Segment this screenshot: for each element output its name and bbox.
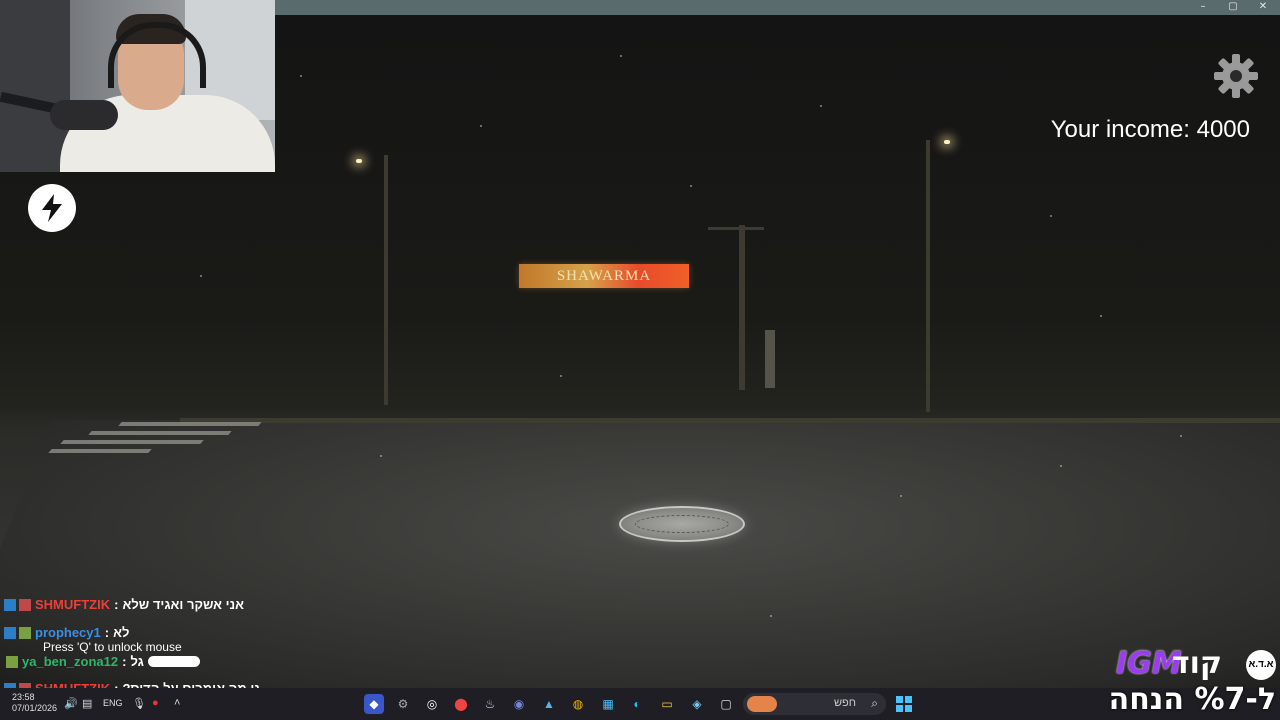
chat-separator: : <box>122 654 127 669</box>
edge-icon[interactable]: ◐ <box>627 694 647 714</box>
maximize-button[interactable]: ▢ <box>1218 0 1248 15</box>
task-view-icon[interactable]: ▢ <box>716 694 736 714</box>
promo-discount: ל-%7 הנחה <box>1108 682 1276 717</box>
app-icon-active[interactable]: ◆ <box>364 694 384 714</box>
record-icon[interactable]: ● <box>152 697 159 709</box>
user-badge-icon <box>19 627 31 639</box>
manhole-cover <box>619 506 745 542</box>
income-display: Your income: 4000 <box>1050 116 1250 143</box>
chat-username: ya_ben_zona12 <box>22 654 119 669</box>
search-highlight-badge <box>747 696 777 712</box>
gear-icon[interactable] <box>1212 52 1260 100</box>
street-lamp-light <box>944 140 950 144</box>
snowflake <box>620 55 622 57</box>
search-placeholder: חפש <box>834 697 856 709</box>
clock-time: 23:58 <box>12 692 35 702</box>
search-app-icon[interactable]: ◎ <box>422 694 442 714</box>
crosswalk-stripe <box>118 422 262 426</box>
store-icon[interactable]: ▦ <box>598 694 618 714</box>
platform-badge-icon <box>4 627 16 639</box>
street-lamp-light <box>356 159 362 163</box>
platform-badge-icon <box>4 599 16 611</box>
snowflake <box>1180 435 1182 437</box>
chat-message: SHMUFTZIK: אני אשקר ואגיד שלא <box>4 597 564 617</box>
file-explorer-icon[interactable]: ▭ <box>657 694 677 714</box>
search-icon: ⌕ <box>871 696 878 710</box>
language-indicator[interactable]: ENG <box>103 698 123 708</box>
user-badge-icon <box>19 599 31 611</box>
user-badge-icon <box>6 656 18 668</box>
snowflake <box>1050 215 1052 217</box>
webcam-overlay <box>0 0 275 172</box>
taskbar-search[interactable]: חפש ⌕ <box>743 693 886 715</box>
chat-message: ya_ben_zona12: גל <box>4 654 564 674</box>
snowflake <box>900 495 902 497</box>
snowflake <box>300 75 302 77</box>
discord-icon[interactable]: ◉ <box>509 694 529 714</box>
minimize-button[interactable]: – <box>1188 0 1218 15</box>
chat-text: לא <box>113 625 130 640</box>
settings-app-icon[interactable]: ⚙ <box>393 694 413 714</box>
snowflake <box>560 375 562 377</box>
copilot-icon[interactable]: ◈ <box>687 694 707 714</box>
snowflake <box>1060 465 1062 467</box>
utility-pole-crossbar <box>708 227 764 230</box>
system-clock[interactable]: 23:58 07/01/2026 <box>12 692 57 714</box>
chat-username: prophecy1 <box>35 625 101 640</box>
unlock-mouse-hint: Press 'Q' to unlock mouse <box>43 640 182 654</box>
photos-app-icon[interactable]: ▲ <box>539 694 559 714</box>
network-icon[interactable]: ▤ <box>82 697 92 710</box>
snowflake <box>690 185 692 187</box>
chat-highlight-bar <box>148 656 200 667</box>
volume-icon[interactable]: 🔊 <box>64 697 78 710</box>
chevron-up-icon[interactable]: ˄ <box>174 697 180 709</box>
crosswalk-stripe <box>60 440 204 444</box>
chat-username: SHMUFTZIK <box>35 597 111 612</box>
sidewalk-curb <box>180 418 1280 423</box>
clock-date: 07/01/2026 <box>12 703 58 713</box>
chat-text: גל <box>130 654 144 669</box>
steam-icon[interactable]: ♨ <box>480 694 500 714</box>
chat-separator: : <box>114 597 119 612</box>
utility-pole <box>739 225 745 390</box>
street-lamp-pole <box>926 140 930 412</box>
crosswalk-stripe <box>48 449 152 453</box>
kiosk-post <box>765 330 775 388</box>
snowflake <box>380 455 382 457</box>
snowflake <box>820 105 822 107</box>
chat-separator: : <box>104 625 110 640</box>
snowflake <box>200 275 202 277</box>
lightning-bolt-icon[interactable] <box>28 184 76 232</box>
shawarma-sign: SHAWARMA <box>519 264 689 288</box>
chat-text: אני אשקר ואגיד שלא <box>122 597 245 612</box>
chrome-icon[interactable]: ◍ <box>568 694 588 714</box>
promo-logo: א.ד.א <box>1246 650 1276 680</box>
recorder-app-icon[interactable]: ⬤ <box>451 694 471 714</box>
crosswalk-stripe <box>88 431 232 435</box>
promo-code-word: קוד <box>1171 646 1222 681</box>
snowflake <box>1100 315 1102 317</box>
promo-overlay: IGM קוד א.ד.א ל-%7 הנחה <box>1086 644 1280 720</box>
close-button[interactable]: ✕ <box>1248 0 1278 15</box>
snowflake <box>480 125 482 127</box>
windows-start-icon[interactable] <box>896 696 912 712</box>
microphone-icon[interactable]: 🎙 <box>132 697 146 710</box>
snowflake <box>770 615 772 617</box>
street-lamp-pole <box>384 155 388 405</box>
